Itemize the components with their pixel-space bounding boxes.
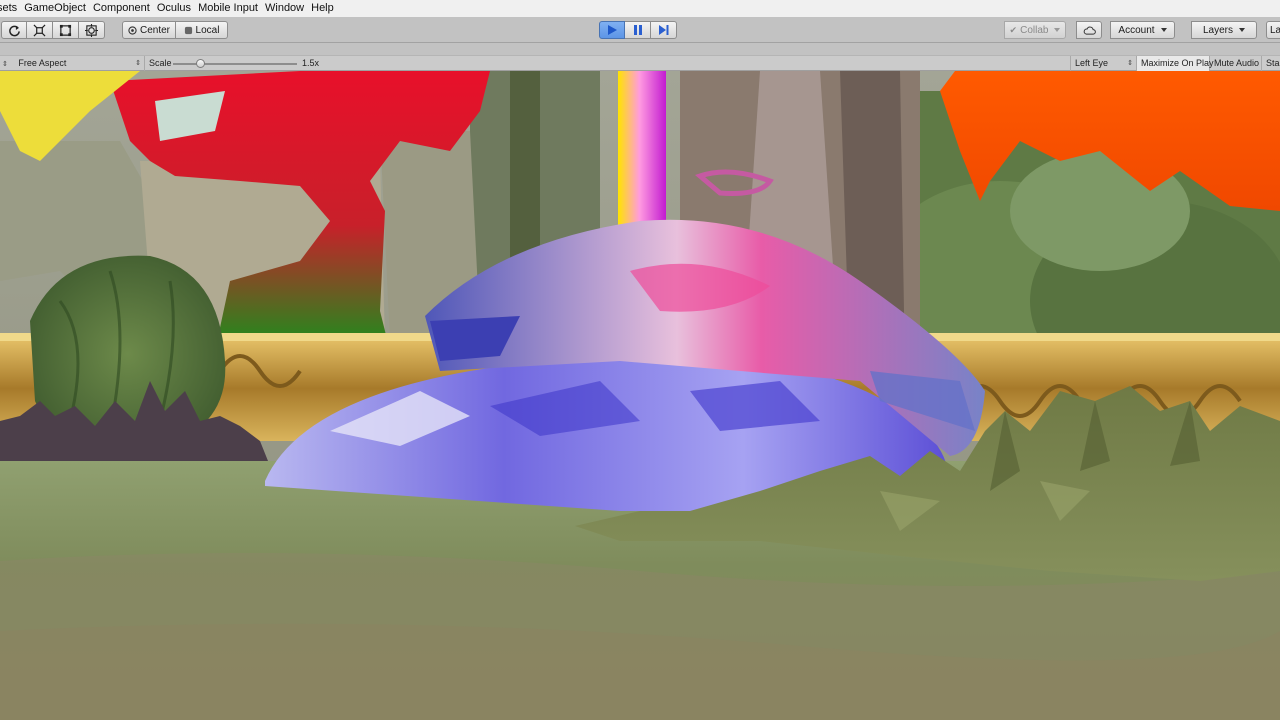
- scale-label: Scale: [149, 58, 172, 68]
- rect-tool-icon: [59, 24, 72, 36]
- main-toolbar: Center Local ✔ Collab Account Layers La: [0, 17, 1280, 43]
- scale-tool-button[interactable]: [27, 21, 53, 39]
- menu-assets[interactable]: sets: [0, 0, 21, 17]
- transform-tools: [1, 21, 105, 39]
- cloud-icon: [1083, 26, 1096, 35]
- layout-group: La: [1266, 21, 1280, 39]
- pause-button[interactable]: [625, 21, 651, 39]
- rotate-tool-button[interactable]: [1, 21, 27, 39]
- scale-slider-thumb[interactable]: [196, 59, 205, 68]
- game-viewport[interactable]: [0, 71, 1280, 720]
- rect-tool-button[interactable]: [53, 21, 79, 39]
- eye-dropdown[interactable]: Left Eye ⇕: [1070, 56, 1137, 71]
- mute-label: Mute Audio: [1214, 58, 1260, 68]
- layout-label: La: [1270, 24, 1280, 36]
- menu-window[interactable]: Window: [262, 0, 308, 17]
- step-icon: [658, 25, 668, 35]
- cloud-group: [1076, 21, 1102, 39]
- collab-label: Collab: [1020, 24, 1049, 36]
- menu-bar: sets GameObject Component Oculus Mobile …: [0, 0, 1280, 17]
- play-controls: [599, 21, 677, 39]
- aspect-label: Free Aspect: [18, 58, 67, 68]
- layout-dropdown[interactable]: La: [1266, 21, 1280, 39]
- pivot-icon: [128, 25, 137, 35]
- scale-value: 1.5x: [302, 58, 320, 68]
- menu-help[interactable]: Help: [308, 0, 338, 17]
- collab-dropdown[interactable]: ✔ Collab: [1004, 21, 1066, 39]
- menu-component[interactable]: Component: [90, 0, 154, 17]
- mute-audio-toggle[interactable]: Mute Audio: [1210, 56, 1262, 71]
- account-dropdown[interactable]: Account: [1110, 21, 1175, 39]
- pivot-center-label: Center: [139, 24, 170, 36]
- play-button[interactable]: [599, 21, 625, 39]
- pivot-center-button[interactable]: Center: [122, 21, 176, 39]
- maximize-on-play-toggle[interactable]: Maximize On Play: [1137, 56, 1214, 71]
- pause-icon: [633, 25, 642, 35]
- transform-tool-button[interactable]: [79, 21, 105, 39]
- collab-group: ✔ Collab: [1004, 21, 1066, 39]
- account-label: Account: [1118, 24, 1155, 36]
- local-space-icon: [184, 26, 192, 34]
- scale-tool-icon: [33, 24, 46, 36]
- menu-oculus[interactable]: Oculus: [154, 0, 195, 17]
- layers-label: Layers: [1202, 24, 1233, 36]
- play-icon: [608, 25, 617, 35]
- account-group: Account: [1110, 21, 1175, 39]
- maximize-label: Maximize On Play: [1141, 58, 1214, 68]
- aspect-dropdown[interactable]: ⇕ Free Aspect ⇕: [0, 56, 145, 71]
- step-button[interactable]: [651, 21, 677, 39]
- stats-label: Sta: [1266, 58, 1280, 68]
- rotate-tool-icon: [8, 25, 20, 36]
- check-icon: ✔: [1009, 24, 1018, 35]
- layers-group: Layers: [1191, 21, 1257, 39]
- updown-arrows-icon: ⇕: [2, 61, 8, 68]
- pivot-local-button[interactable]: Local: [176, 21, 228, 39]
- cloud-button[interactable]: [1076, 21, 1102, 39]
- updown-arrows-icon: ⇕: [135, 60, 141, 67]
- stats-toggle[interactable]: Sta: [1262, 56, 1280, 71]
- scene-render: [0, 71, 1280, 720]
- menu-gameobject[interactable]: GameObject: [21, 0, 90, 17]
- pivot-local-label: Local: [195, 24, 220, 36]
- transform-tool-icon: [85, 23, 98, 37]
- menu-mobile-input[interactable]: Mobile Input: [195, 0, 262, 17]
- layers-dropdown[interactable]: Layers: [1191, 21, 1257, 39]
- scale-slider-track[interactable]: [173, 63, 297, 65]
- eye-label: Left Eye: [1075, 58, 1109, 68]
- game-view-bar: ⇕ Free Aspect ⇕ Scale 1.5x Left Eye ⇕ Ma…: [0, 55, 1280, 71]
- updown-arrows-icon: ⇕: [1127, 60, 1133, 67]
- pivot-toggles: Center Local: [122, 21, 228, 39]
